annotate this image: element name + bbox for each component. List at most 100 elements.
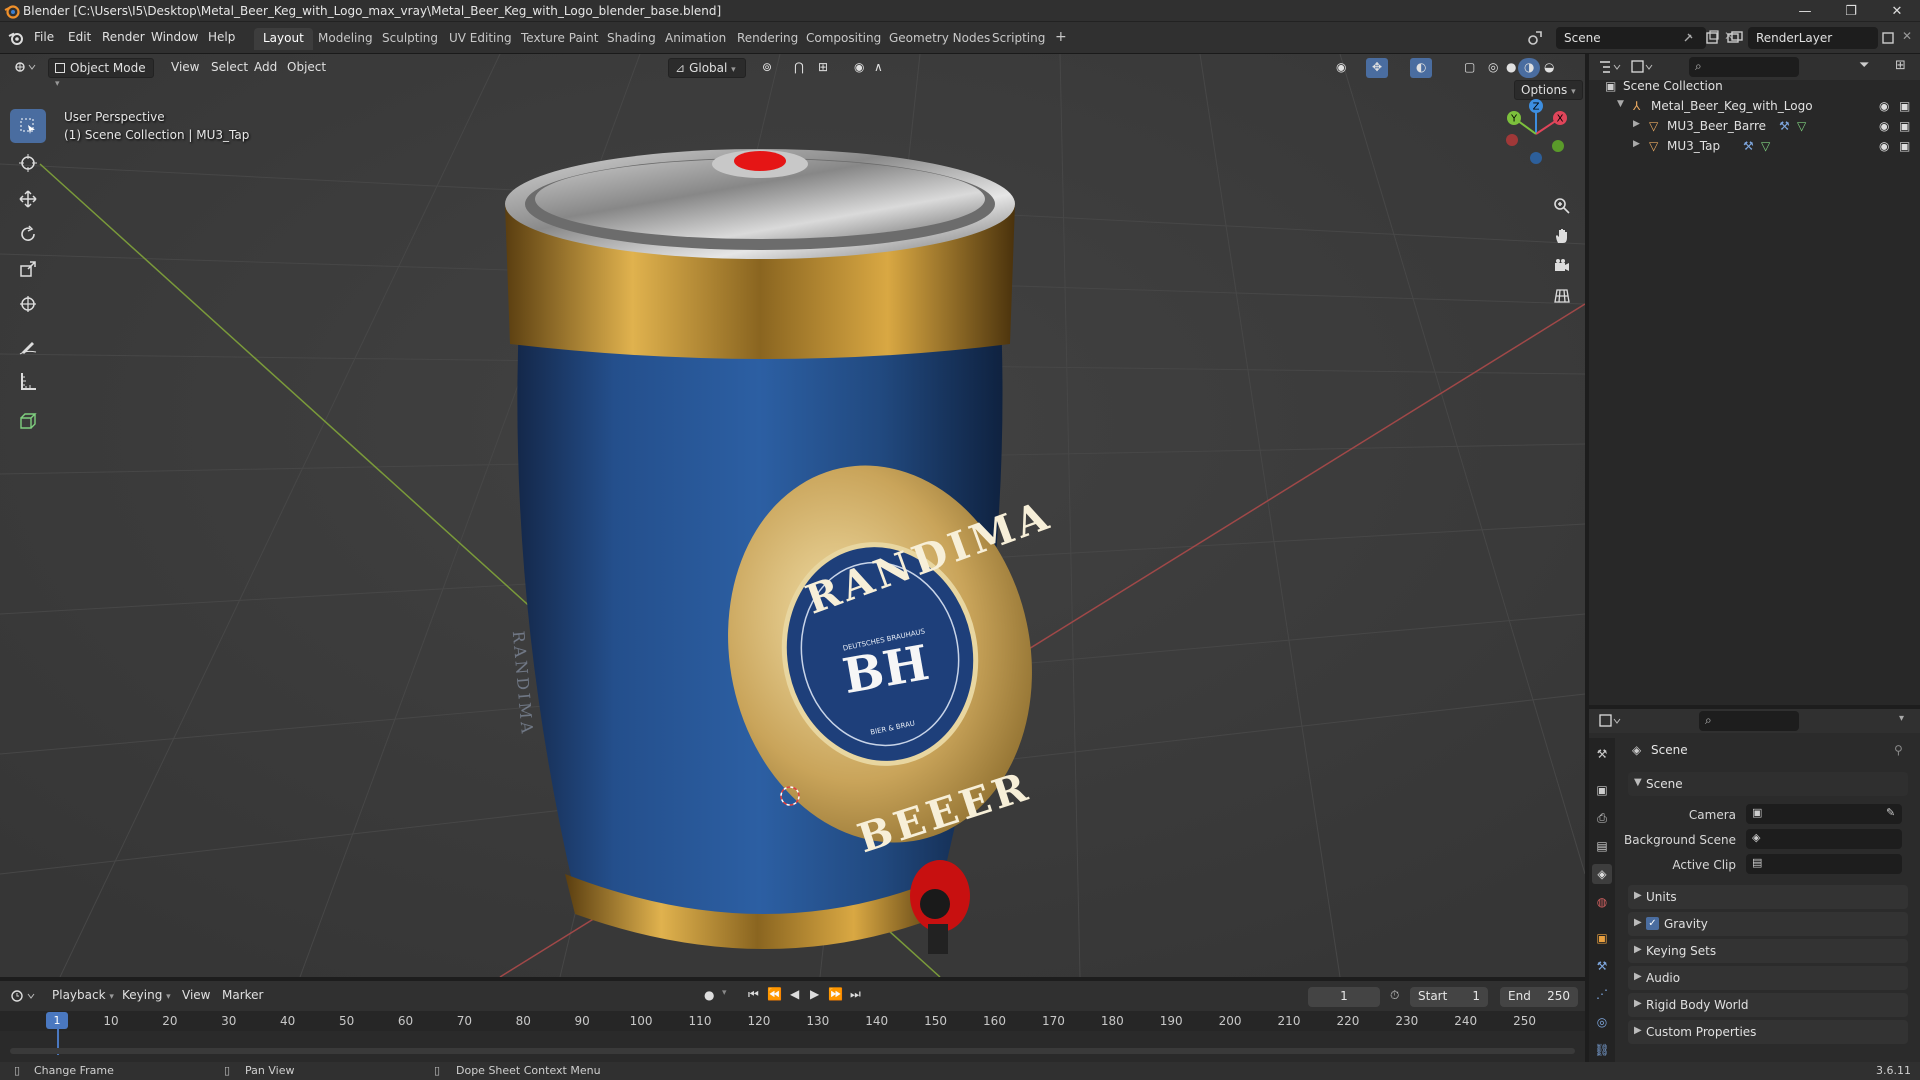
- tab-layout[interactable]: Layout: [254, 28, 313, 50]
- measure-tool[interactable]: [10, 364, 46, 398]
- minimize-button[interactable]: —: [1782, 0, 1828, 22]
- tab-world[interactable]: ◍: [1592, 892, 1612, 912]
- tab-compositing[interactable]: Compositing: [797, 28, 890, 50]
- menu-view[interactable]: View: [165, 58, 205, 78]
- tab-uv-editing[interactable]: UV Editing: [440, 28, 521, 50]
- menu-marker[interactable]: Marker: [216, 986, 269, 1006]
- outliner-row-collection[interactable]: ▼ ⅄ Metal_Beer_Keg_with_Logo ◉ ▣: [1589, 96, 1920, 116]
- camera-field[interactable]: ▣ ✎: [1746, 804, 1902, 824]
- start-frame-field[interactable]: Start 1: [1410, 987, 1488, 1007]
- transform-tool[interactable]: [10, 287, 46, 321]
- current-frame-field[interactable]: 1: [1308, 987, 1380, 1007]
- mode-dropdown[interactable]: Object Mode ▾: [48, 58, 154, 89]
- stopwatch-icon[interactable]: ⏱: [1390, 988, 1399, 1003]
- snap-toggle[interactable]: ⋂: [788, 58, 810, 78]
- panel-custom-properties[interactable]: ▶ Custom Properties: [1628, 1020, 1908, 1044]
- properties-editor-icon[interactable]: [1599, 714, 1621, 728]
- render-camera-icon[interactable]: ▣: [1899, 139, 1910, 153]
- tab-scene[interactable]: ◈: [1592, 864, 1612, 884]
- outliner-row-beer-barrel[interactable]: ▶ ▽ MU3_Beer_Barre ⚒ ▽ ◉ ▣: [1589, 116, 1920, 136]
- record-icon[interactable]: ●: [704, 988, 714, 1002]
- chevron-down-icon[interactable]: ▾: [1899, 713, 1904, 724]
- tab-geometry-nodes[interactable]: Geometry Nodes: [880, 28, 999, 50]
- active-clip-field[interactable]: ▤: [1746, 854, 1902, 874]
- background-scene-field[interactable]: ◈: [1746, 829, 1902, 849]
- mesh-data-icon[interactable]: ▽: [1797, 119, 1806, 133]
- tab-constraints[interactable]: ⛓: [1592, 1040, 1612, 1060]
- tab-animation[interactable]: Animation: [656, 28, 735, 50]
- visibility-eye-icon[interactable]: ◉: [1879, 99, 1889, 113]
- outliner-row-scene-collection[interactable]: ▣ Scene Collection: [1589, 76, 1920, 96]
- perspective-toggle-button[interactable]: [1548, 282, 1576, 310]
- display-mode-icon[interactable]: [1631, 60, 1653, 74]
- chevron-down-icon[interactable]: ▾: [722, 988, 727, 998]
- menu-keying[interactable]: Keying ▾: [116, 986, 177, 1006]
- panel-gravity[interactable]: ▶ ✓ Gravity: [1628, 912, 1908, 936]
- jump-end-icon[interactable]: ⏭: [850, 987, 861, 1002]
- tab-rendering[interactable]: Rendering: [728, 28, 807, 50]
- new-collection-icon[interactable]: ⊞: [1895, 58, 1906, 73]
- menu-edit[interactable]: Edit: [68, 30, 91, 44]
- menu-help[interactable]: Help: [208, 30, 235, 44]
- menu-playback[interactable]: Playback ▾: [46, 986, 120, 1006]
- render-layer-field[interactable]: RenderLayer: [1748, 27, 1878, 49]
- camera-view-button[interactable]: [1548, 252, 1576, 280]
- 3d-viewport[interactable]: RANDIMA BEEER BH DEUTSCHES BRAUHAUS BIER…: [0, 54, 1585, 977]
- prev-keyframe-icon[interactable]: ⏪: [767, 987, 782, 1001]
- render-layer-icon[interactable]: [1726, 29, 1744, 47]
- scale-tool[interactable]: [10, 252, 46, 286]
- visibility-eye-icon[interactable]: ◉: [1879, 139, 1889, 153]
- menu-window[interactable]: Window: [151, 30, 198, 44]
- tab-output[interactable]: ⎙: [1592, 808, 1612, 828]
- tab-texture-paint[interactable]: Texture Paint: [512, 28, 607, 50]
- pin-icon[interactable]: ⚲: [1894, 743, 1903, 757]
- pivot-point-button[interactable]: ⊚: [756, 58, 778, 78]
- pan-view-button[interactable]: [1548, 222, 1576, 250]
- menu-add[interactable]: Add: [248, 58, 283, 78]
- blender-menu-icon[interactable]: [8, 30, 24, 46]
- playhead[interactable]: 1: [46, 1012, 68, 1029]
- menu-render[interactable]: Render: [102, 30, 145, 44]
- xray-toggle[interactable]: ▢: [1458, 58, 1481, 78]
- new-scene-icon[interactable]: [1704, 30, 1720, 46]
- new-layer-icon[interactable]: [1880, 30, 1896, 46]
- menu-select[interactable]: Select: [205, 58, 254, 78]
- tab-view-layer[interactable]: ▤: [1592, 836, 1612, 856]
- timeline-editor-icon[interactable]: [10, 989, 36, 1003]
- zoom-view-button[interactable]: [1548, 192, 1576, 220]
- maximize-button[interactable]: ❐: [1828, 0, 1874, 22]
- modifier-wrench-icon[interactable]: ⚒: [1743, 139, 1754, 153]
- panel-audio[interactable]: ▶ Audio: [1628, 966, 1908, 990]
- outliner-search-input[interactable]: ⌕: [1689, 57, 1799, 77]
- falloff-button[interactable]: ∧: [868, 58, 889, 78]
- jump-start-icon[interactable]: ⏮: [748, 987, 759, 1002]
- annotate-tool[interactable]: [10, 329, 46, 363]
- close-button[interactable]: ✕: [1874, 0, 1920, 22]
- tab-modifiers[interactable]: ⚒: [1592, 956, 1612, 976]
- select-box-tool[interactable]: [10, 109, 46, 143]
- collapse-chevron-icon[interactable]: ▼: [1617, 99, 1624, 109]
- navigation-gizmo[interactable]: Z X Y: [1496, 94, 1576, 174]
- visibility-eye-icon[interactable]: ◉: [1879, 119, 1889, 133]
- play-reverse-icon[interactable]: ◀: [790, 987, 799, 1001]
- gravity-checkbox[interactable]: ✓: [1646, 917, 1659, 930]
- pin-icon[interactable]: [1682, 32, 1694, 44]
- outliner-row-tap[interactable]: ▶ ▽ MU3_Tap ⚒ ▽ ◉ ▣: [1589, 136, 1920, 156]
- panel-scene-header[interactable]: ▼ Scene: [1628, 772, 1908, 796]
- overlay-toggle[interactable]: ◐: [1410, 58, 1433, 78]
- move-tool[interactable]: [10, 182, 46, 216]
- delete-layer-icon[interactable]: ✕: [1902, 29, 1912, 43]
- next-keyframe-icon[interactable]: ⏩: [828, 987, 843, 1001]
- tab-tool[interactable]: ⚒: [1592, 744, 1612, 764]
- tab-modeling[interactable]: Modeling: [309, 28, 382, 50]
- tab-scripting[interactable]: Scripting: [983, 28, 1054, 50]
- end-frame-field[interactable]: End 250: [1500, 987, 1578, 1007]
- tab-physics[interactable]: ◎: [1592, 1012, 1612, 1032]
- editor-type-button[interactable]: [8, 58, 42, 78]
- menu-object[interactable]: Object: [281, 58, 332, 78]
- tab-particles[interactable]: ⋰: [1592, 984, 1612, 1004]
- timeline-scrollbar[interactable]: [10, 1048, 1575, 1054]
- visibility-button[interactable]: ◉: [1330, 58, 1352, 78]
- render-camera-icon[interactable]: ▣: [1899, 99, 1910, 113]
- panel-units[interactable]: ▶ Units: [1628, 885, 1908, 909]
